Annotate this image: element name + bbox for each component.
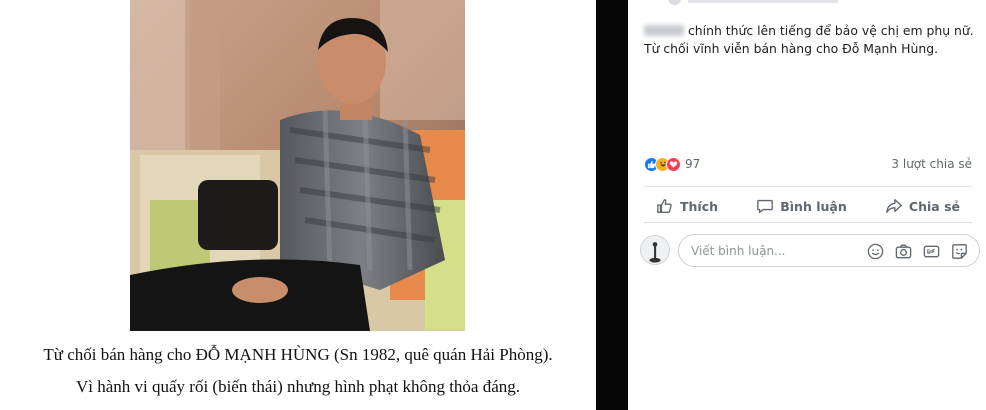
man-on-sofa-image [130, 0, 465, 331]
avatar-image [641, 236, 669, 264]
caption-line-2: Vì hành vi quấy rối (biến thái) nhưng hì… [75, 377, 521, 396]
share-button[interactable]: Chia sẻ [885, 192, 960, 220]
post-text: chính thức lên tiếng để bảo vệ chị em ph… [644, 22, 974, 57]
post-actions: Thích Bình luận Chia sẻ [644, 192, 972, 220]
love-icon [666, 156, 681, 172]
emoji-icon[interactable] [866, 242, 885, 261]
post-text-line-1: chính thức lên tiếng để bảo vệ chị em ph… [688, 23, 974, 38]
comment-composer [638, 233, 980, 269]
post-text-line-2: Từ chối vĩnh viễn bán hàng cho Đỗ Mạnh H… [644, 40, 939, 56]
comment-box-icons [866, 242, 969, 261]
black-divider [596, 0, 628, 410]
reactions-summary[interactable]: 97 [644, 156, 700, 172]
cropped-name-bar [688, 0, 838, 3]
caption-line-1: Từ chối bán hàng cho ĐỖ MẠNH HÙNG (Sn 19… [43, 345, 553, 364]
share-label: Chia sẻ [908, 198, 960, 214]
camera-icon[interactable] [894, 242, 913, 261]
cropped-post-header [628, 0, 986, 6]
comment-icon [757, 199, 774, 213]
facebook-post-panel: chính thức lên tiếng để bảo vệ chị em ph… [628, 0, 986, 410]
comment-button[interactable]: Bình luận [756, 192, 847, 220]
comment-label: Bình luận [780, 198, 847, 214]
sticker-icon[interactable] [950, 242, 969, 261]
cropped-avatar [668, 0, 681, 5]
reaction-count: 97 [685, 157, 701, 171]
gif-icon[interactable] [922, 242, 941, 261]
blurred-page-name [644, 25, 684, 36]
post-stats: 97 3 lượt chia sẻ [644, 154, 972, 174]
thumbs-up-icon [657, 199, 672, 213]
comment-box [678, 234, 980, 267]
image-post-left-pane: Từ chối bán hàng cho ĐỖ MẠNH HÙNG (Sn 19… [0, 0, 596, 410]
like-button[interactable]: Thích [656, 192, 718, 220]
user-avatar[interactable] [640, 235, 670, 265]
share-count-link[interactable]: 3 lượt chia sẻ [891, 157, 972, 171]
comment-input[interactable] [691, 243, 861, 259]
share-arrow-icon [886, 199, 902, 213]
divider-line [644, 186, 972, 187]
like-label: Thích [680, 198, 719, 214]
post-photo[interactable] [130, 0, 465, 331]
divider-line [644, 222, 972, 223]
